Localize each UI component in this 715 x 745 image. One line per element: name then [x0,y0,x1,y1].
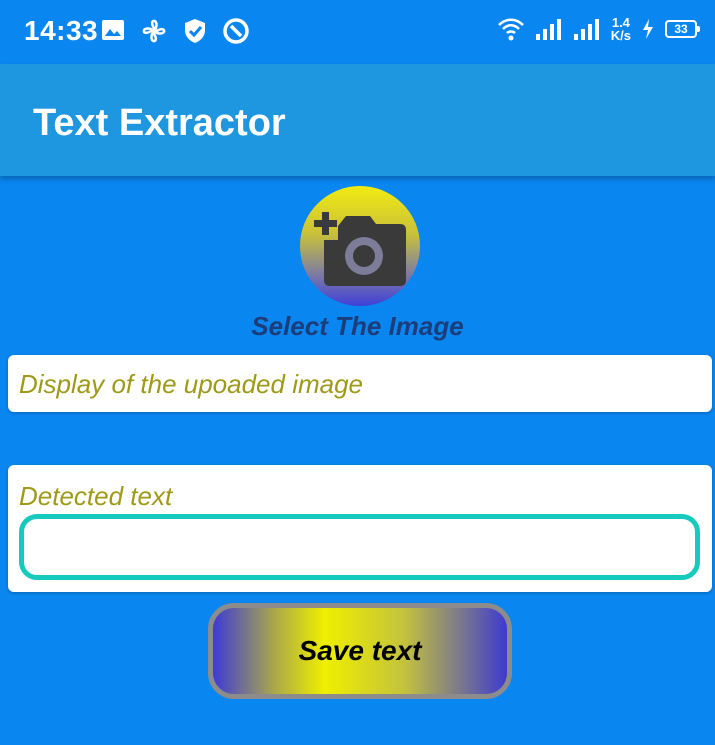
charging-bolt-icon [643,19,653,39]
app-bar: Text Extractor [0,64,715,176]
app-title: Text Extractor [33,102,286,144]
detected-text-field[interactable] [19,514,700,580]
save-text-button[interactable]: Save text [208,603,512,699]
network-speed-unit: K/s [610,28,631,43]
signal-icon-sim2 [573,19,599,40]
status-time: 14:33 [24,15,99,46]
shield-check-icon [185,19,205,43]
select-image-label: Select The Image [251,311,464,341]
status-left-icons [100,17,250,45]
select-image-button[interactable] [300,186,420,306]
detected-text-label: Detected text [19,481,173,511]
status-bar: 14:33 1.4 K/s 33 [0,0,715,64]
detected-text-card: Detected text [8,465,712,592]
wifi-icon [497,18,524,41]
add-photo-camera-icon [314,212,406,286]
signal-icon-sim1 [535,19,561,40]
image-icon [102,20,124,40]
image-display-card: Display of the upoaded image [8,355,712,412]
fan-icon [142,19,166,43]
network-speed: 1.4 K/s [611,16,631,42]
battery-indicator: 33 [665,20,700,38]
status-right: 1.4 K/s 33 [497,16,700,42]
image-display-placeholder: Display of the upoaded image [19,369,364,399]
circle-slash-icon [223,18,249,44]
